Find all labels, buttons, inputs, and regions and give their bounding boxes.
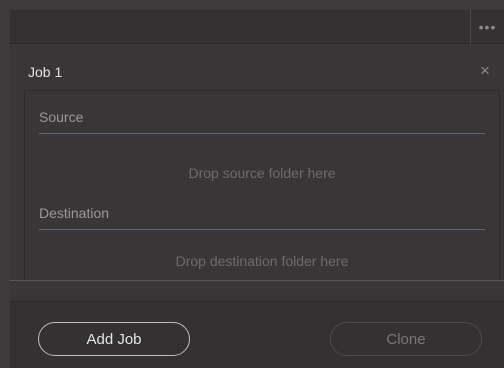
clone-button[interactable]: Clone [330,322,482,356]
footer-bar: Add Job Clone [10,302,504,368]
source-drop-zone[interactable]: Drop source folder here [39,159,485,187]
source-label: Source [39,109,84,125]
job-panel: Job 1 × Source Drop source folder here D… [10,44,504,280]
destination-label: Destination [39,205,110,221]
close-icon[interactable]: × [480,62,490,79]
source-underline [39,133,485,134]
more-options-icon[interactable]: ••• [471,10,504,44]
destination-drop-zone[interactable]: Drop destination folder here [39,247,485,275]
job-body: Source Drop source folder here Destinati… [24,90,500,280]
destination-underline [39,229,485,230]
top-toolbar: ••• [10,10,504,44]
add-job-button[interactable]: Add Job [38,322,190,356]
panel-divider [10,280,504,302]
job-title: Job 1 [28,64,63,80]
